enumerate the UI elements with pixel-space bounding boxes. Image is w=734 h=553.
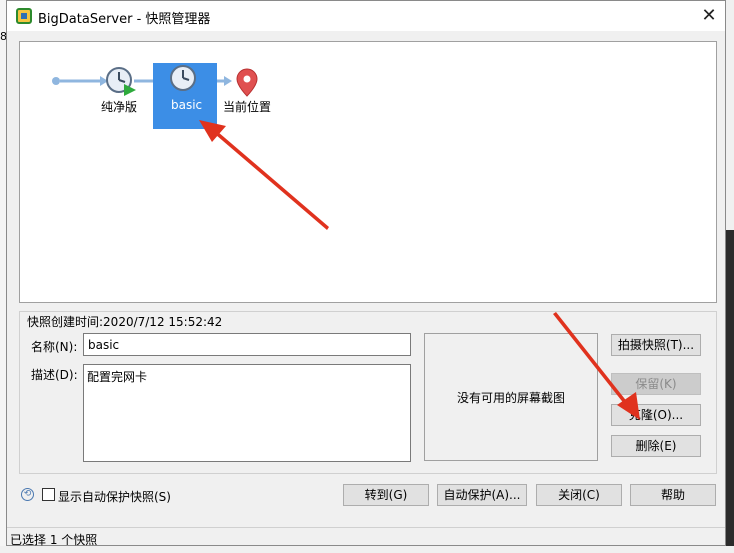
app-icon — [16, 8, 32, 24]
name-input[interactable] — [83, 333, 411, 356]
autoprotect-icon: ⟲ — [21, 488, 34, 501]
title-bar[interactable]: BigDataServer - 快照管理器 ✕ — [7, 1, 725, 31]
delete-button[interactable]: 删除(E) — [611, 435, 701, 457]
window-title: BigDataServer - 快照管理器 — [38, 12, 211, 27]
background-bottom-edge — [0, 546, 734, 553]
status-bar: 已选择 1 个快照 — [7, 527, 725, 547]
close-icon[interactable]: ✕ — [697, 5, 721, 27]
created-time: 快照创建时间:2020/7/12 15:52:42 — [27, 315, 223, 329]
take-snapshot-button[interactable]: 拍摄快照(T)... — [611, 334, 701, 356]
location-pin-icon — [236, 68, 258, 97]
status-text: 已选择 1 个快照 — [10, 533, 98, 547]
node-label-basic[interactable]: basic — [171, 98, 202, 112]
node-label-pure[interactable]: 纯净版 — [101, 98, 137, 115]
clock-icon — [170, 65, 196, 91]
description-label: 描述(D): — [31, 368, 78, 382]
screenshot-preview: 没有可用的屏幕截图 — [424, 333, 598, 461]
clone-button[interactable]: 克隆(O)... — [611, 404, 701, 426]
preview-text: 没有可用的屏幕截图 — [456, 390, 565, 405]
name-label: 名称(N): — [31, 340, 78, 354]
keep-button[interactable]: 保留(K) — [611, 373, 701, 395]
background-right-edge — [726, 0, 734, 553]
snapshot-tree-canvas[interactable]: 纯净版 basic 当前位置 — [19, 41, 717, 303]
goto-button[interactable]: 转到(G) — [343, 484, 429, 506]
autoprotect-button[interactable]: 自动保护(A)... — [437, 484, 527, 506]
snapshot-manager-window: BigDataServer - 快照管理器 ✕ 纯净版 basic 当前位置 快… — [6, 0, 726, 547]
description-input[interactable]: 配置完网卡 — [83, 364, 411, 462]
show-autoprotect-label[interactable]: 显示自动保护快照(S) — [58, 488, 171, 505]
help-button[interactable]: 帮助 — [630, 484, 716, 506]
show-autoprotect-checkbox[interactable] — [42, 488, 55, 501]
close-button[interactable]: 关闭(C) — [536, 484, 622, 506]
node-label-current[interactable]: 当前位置 — [223, 98, 271, 115]
